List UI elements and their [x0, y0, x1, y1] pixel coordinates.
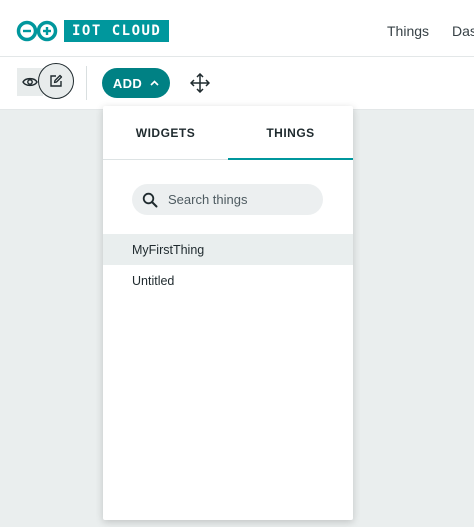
search-things-input[interactable]	[166, 191, 320, 208]
tab-things[interactable]: THINGS	[228, 106, 353, 160]
eye-icon	[22, 77, 38, 87]
toolbar-divider	[86, 66, 87, 100]
nav-dashboards[interactable]: Das	[452, 23, 474, 39]
active-tab-indicator	[228, 158, 353, 160]
logo-text: IOT CLOUD	[64, 20, 170, 42]
tab-widgets[interactable]: WIDGETS	[103, 106, 228, 160]
move-icon[interactable]	[190, 73, 210, 93]
search-things-field[interactable]	[132, 184, 323, 215]
add-button-label: ADD	[112, 75, 143, 91]
add-dropdown-panel: WIDGETS THINGS MyFirstThing Untitled	[103, 106, 353, 520]
edit-icon	[50, 74, 63, 87]
thing-item-untitled[interactable]: Untitled	[103, 265, 353, 296]
edit-mode-button[interactable]	[38, 63, 74, 99]
thing-item-myfirstthing[interactable]: MyFirstThing	[103, 234, 353, 265]
add-button[interactable]: ADD	[102, 68, 170, 98]
arduino-logo-icon	[16, 20, 58, 42]
chevron-up-icon	[150, 80, 159, 86]
nav-things[interactable]: Things	[387, 23, 429, 39]
top-navbar: IOT CLOUD Things Das	[0, 0, 474, 57]
iot-cloud-logo[interactable]: IOT CLOUD	[16, 20, 170, 42]
search-icon	[142, 192, 158, 207]
